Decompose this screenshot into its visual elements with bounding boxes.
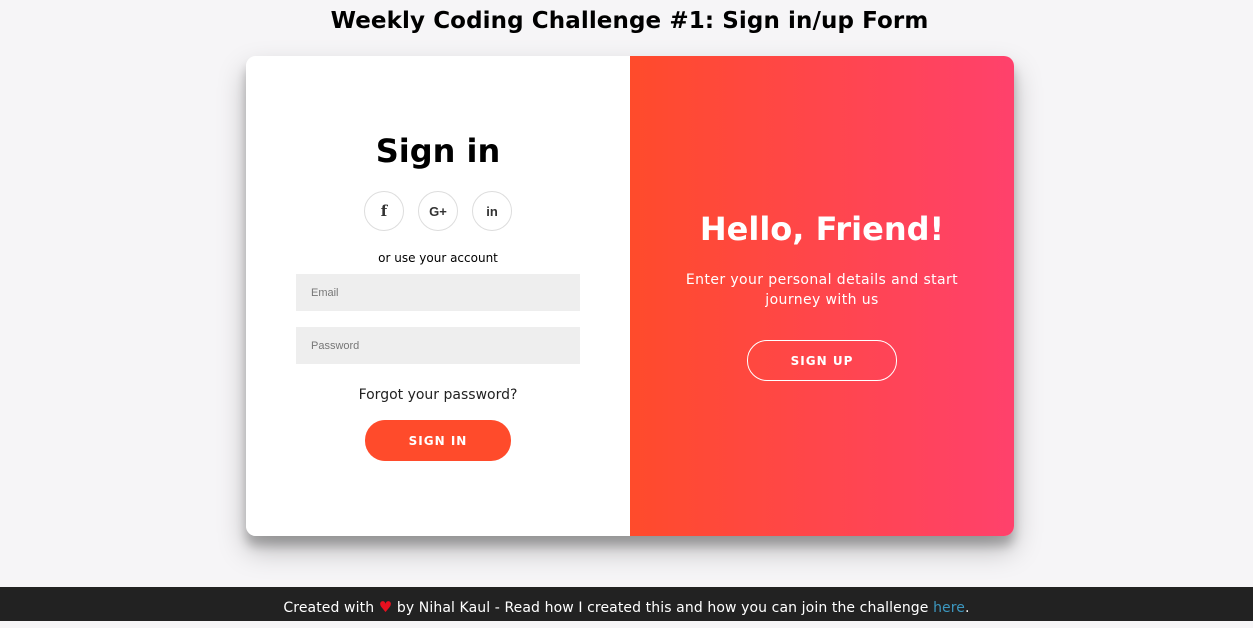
footer-here-link[interactable]: here [933, 600, 965, 616]
facebook-button[interactable]: f [364, 191, 404, 231]
google-plus-button[interactable]: G+ [418, 191, 458, 231]
sign-in-button[interactable]: SIGN IN [365, 420, 511, 461]
overlay-panel: Hello, Friend! Enter your personal detai… [630, 56, 1014, 536]
heart-icon: ♥ [378, 598, 393, 616]
footer-credit: by Nihal Kaul - Read how I created this … [396, 600, 929, 616]
footer-prefix: Created with [283, 600, 375, 616]
sign-up-button[interactable]: SIGN UP [747, 340, 897, 381]
facebook-icon: f [380, 202, 388, 220]
footer-suffix: . [965, 600, 970, 616]
overlay-title: Hello, Friend! [699, 210, 945, 248]
auth-container: Sign in f G+ in or use your account Forg… [246, 56, 1014, 536]
linkedin-icon: in [486, 203, 498, 219]
social-buttons: f G+ in [364, 191, 514, 231]
email-field[interactable] [296, 274, 580, 311]
overlay-text: Enter your personal details and start jo… [685, 272, 959, 308]
password-field[interactable] [296, 327, 580, 364]
footer: Created with ♥ by Nihal Kaul - Read how … [0, 587, 1253, 621]
sign-in-title: Sign in [375, 132, 501, 170]
google-plus-icon: G+ [429, 203, 447, 219]
linkedin-button[interactable]: in [472, 191, 512, 231]
page-title: Weekly Coding Challenge #1: Sign in/up F… [330, 8, 929, 34]
sign-in-panel: Sign in f G+ in or use your account Forg… [246, 56, 630, 536]
use-account-text: or use your account [378, 251, 498, 265]
forgot-password-link[interactable]: Forgot your password? [246, 387, 630, 403]
